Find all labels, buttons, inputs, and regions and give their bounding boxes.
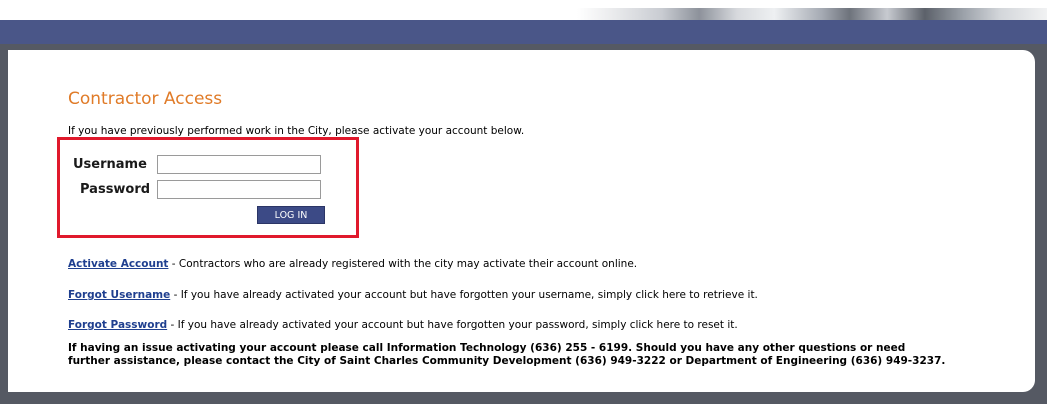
forgot-username-link[interactable]: Forgot Username bbox=[68, 289, 170, 301]
login-button[interactable]: LOG IN bbox=[257, 206, 325, 224]
nav-bar bbox=[0, 20, 1047, 44]
forgot-username-row: Forgot Username - If you have already ac… bbox=[68, 289, 758, 301]
forgot-password-description: - If you have already activated your acc… bbox=[167, 319, 738, 331]
username-label: Username bbox=[73, 157, 147, 172]
forgot-password-link[interactable]: Forgot Password bbox=[68, 319, 167, 331]
password-label: Password bbox=[80, 182, 151, 197]
activate-account-description: - Contractors who are already registered… bbox=[168, 258, 638, 270]
forgot-username-description: - If you have already activated your acc… bbox=[170, 289, 758, 301]
banner-photo bbox=[577, 8, 1047, 20]
activate-account-row: Activate Account - Contractors who are a… bbox=[68, 258, 637, 270]
forgot-password-row: Forgot Password - If you have already ac… bbox=[68, 319, 738, 331]
username-input[interactable] bbox=[157, 155, 321, 174]
page-title: Contractor Access bbox=[68, 89, 223, 109]
support-notice-line-1: If having an issue activating your accou… bbox=[68, 342, 906, 354]
support-notice-line-2: further assistance, please contact the C… bbox=[68, 355, 946, 367]
header-banner bbox=[0, 0, 1047, 20]
support-notice: If having an issue activating your accou… bbox=[68, 342, 998, 368]
activate-account-link[interactable]: Activate Account bbox=[68, 258, 168, 270]
password-input[interactable] bbox=[157, 180, 321, 199]
intro-text: If you have previously performed work in… bbox=[68, 125, 525, 137]
